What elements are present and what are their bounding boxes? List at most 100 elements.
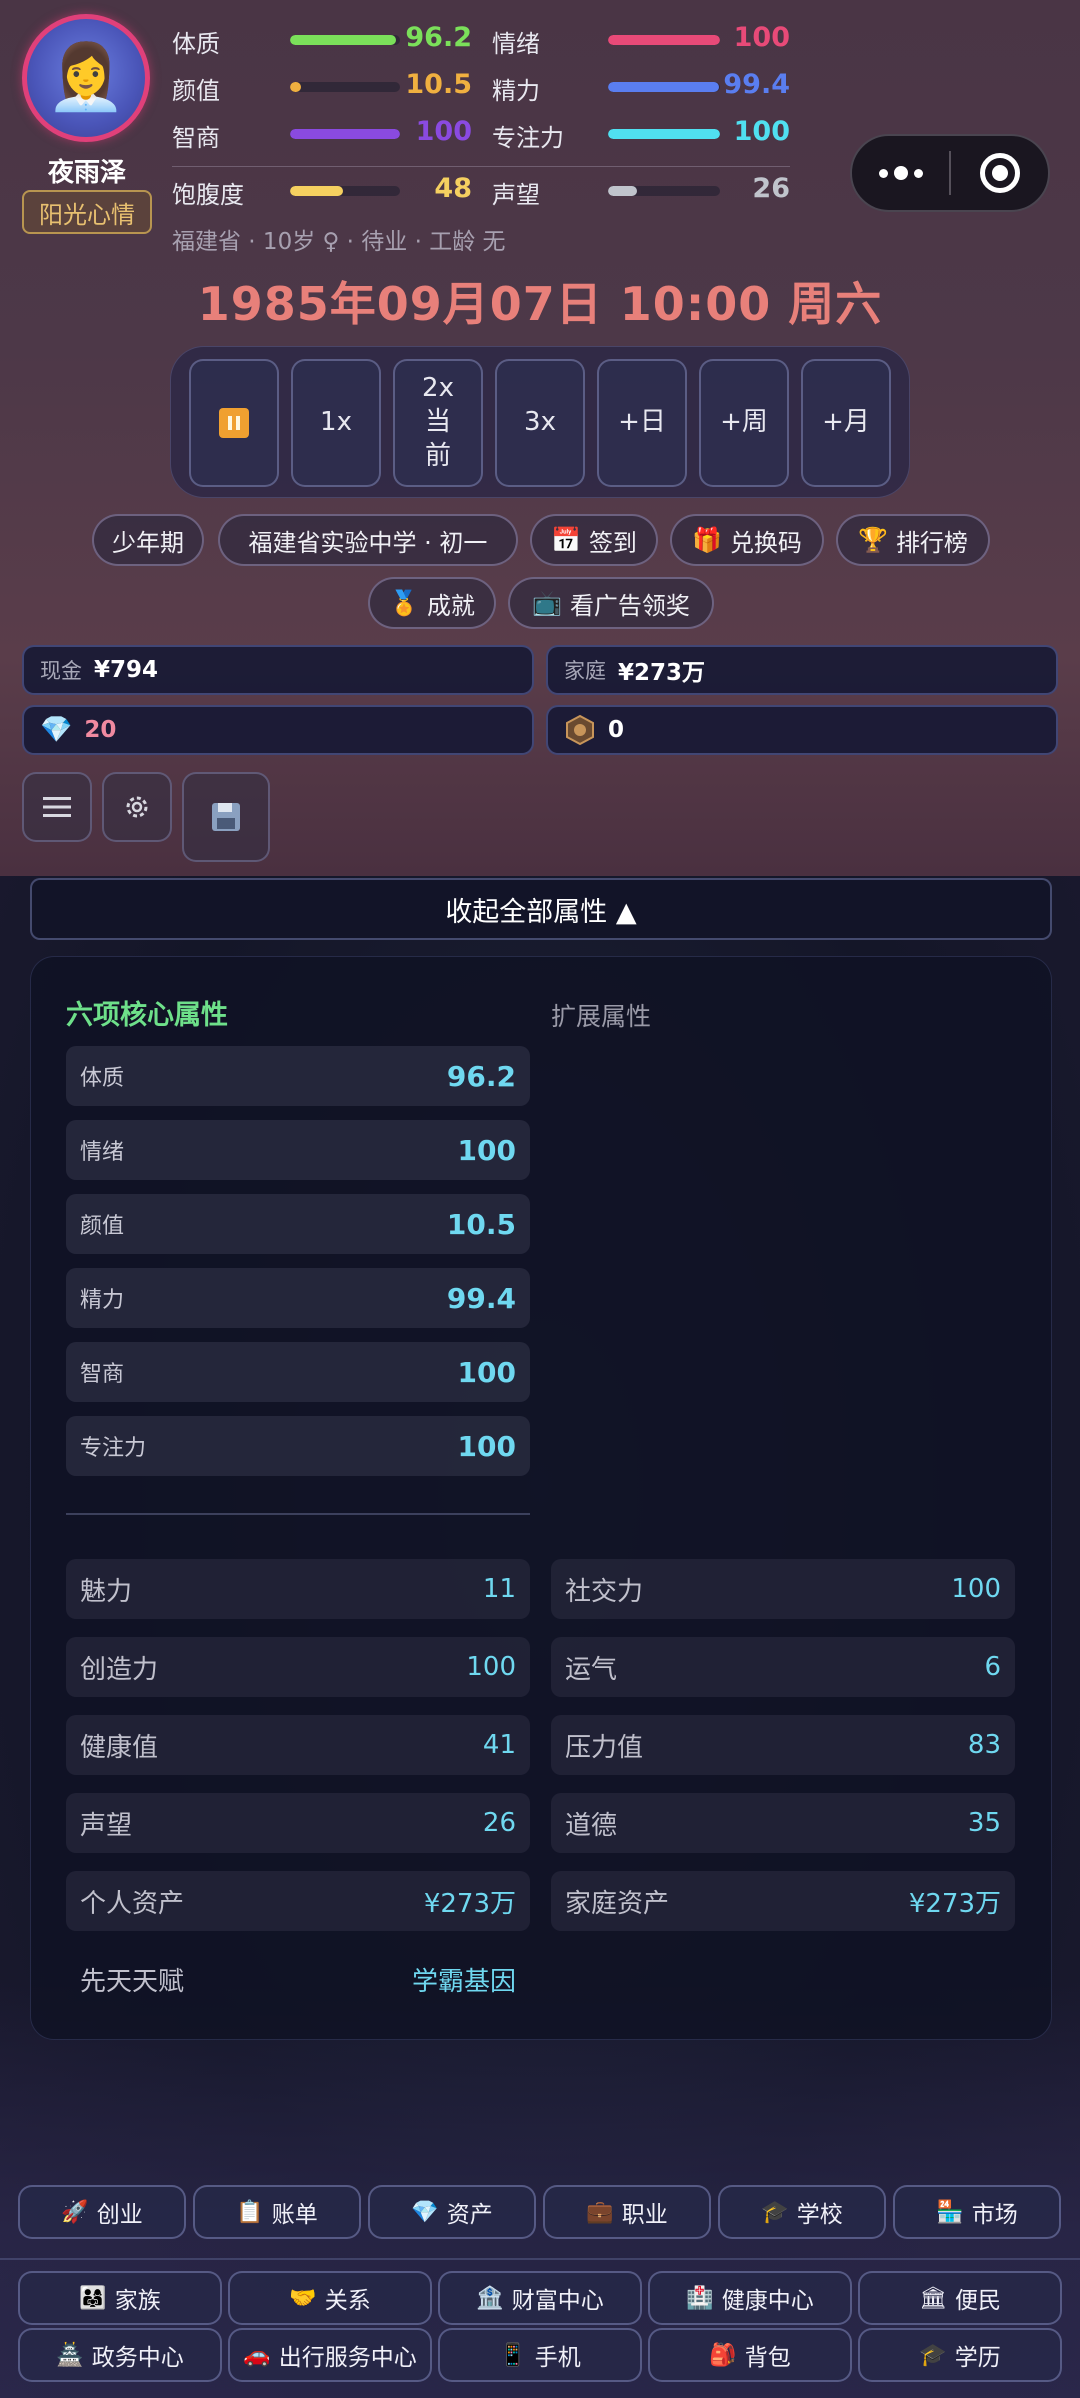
ext-attr-row: 个人资产 ¥273万 bbox=[66, 1871, 530, 1931]
nav-button[interactable]: 🎒 背包 bbox=[648, 2328, 852, 2382]
nav-label: 学历 bbox=[954, 2345, 1001, 2371]
save-button[interactable] bbox=[182, 772, 270, 862]
attr-value: 100 bbox=[457, 1355, 516, 1389]
medal-icon: 🏅 bbox=[389, 589, 419, 617]
attr-label: 声望 bbox=[80, 1810, 133, 1841]
pause-button[interactable] bbox=[189, 359, 279, 487]
nav-label: 账单 bbox=[271, 2202, 318, 2228]
ext-attr-row: 家庭资产 ¥273万 bbox=[551, 1871, 1015, 1931]
player-name: 夜雨泽 bbox=[47, 158, 126, 188]
stat-value: 26 bbox=[752, 173, 790, 204]
stat-bar-fill bbox=[608, 186, 638, 196]
speed-control-panel: 1x 2x 当 前 3x +日 +周 +月 bbox=[170, 346, 910, 498]
attr-value: 11 bbox=[482, 1574, 516, 1604]
trophy-icon: 🏆 bbox=[858, 526, 888, 554]
menu-button[interactable] bbox=[22, 772, 92, 842]
attr-value: 学霸基因 bbox=[411, 1966, 516, 1997]
attr-value: 99.4 bbox=[446, 1281, 516, 1315]
nav-label: 家族 bbox=[114, 2288, 161, 2314]
add-month-button[interactable]: +月 bbox=[801, 359, 891, 487]
stat-value: 48 bbox=[434, 173, 472, 204]
attr-value: 100 bbox=[457, 1133, 516, 1167]
extended-attributes-title: 扩展属性 bbox=[551, 1002, 652, 1031]
nav-label: 关系 bbox=[324, 2288, 371, 2314]
nav-button[interactable]: 🏪 市场 bbox=[893, 2185, 1061, 2239]
nav-label: 财富中心 bbox=[511, 2288, 604, 2314]
speed-3x-button[interactable]: 3x bbox=[495, 359, 585, 487]
nav-button[interactable]: 🏛 便民 bbox=[858, 2271, 1062, 2325]
core-attr-row: 体质 96.2 bbox=[66, 1046, 530, 1106]
attr-value: 41 bbox=[482, 1730, 516, 1760]
core-attr-row: 专注力 100 bbox=[66, 1416, 530, 1476]
tv-icon: 📺 bbox=[532, 589, 562, 617]
diamond-value: 20 bbox=[84, 717, 117, 743]
attr-label: 颜值 bbox=[80, 1214, 125, 1239]
nav-button[interactable]: 💼 职业 bbox=[543, 2185, 711, 2239]
stat-label: 专注力 bbox=[492, 124, 564, 152]
school-chip[interactable]: 福建省实验中学 · 初一 bbox=[218, 514, 518, 566]
core-attributes-title: 六项核心属性 bbox=[66, 1000, 228, 1031]
attr-value: 100 bbox=[466, 1652, 516, 1682]
nav-icon: 🚗 bbox=[243, 2342, 271, 2368]
attr-value: 10.5 bbox=[446, 1207, 516, 1241]
core-attr-row: 颜值 10.5 bbox=[66, 1194, 530, 1254]
attr-value: 96.2 bbox=[446, 1059, 516, 1093]
nav-button[interactable]: 📋 账单 bbox=[193, 2185, 361, 2239]
add-day-button[interactable]: +日 bbox=[597, 359, 687, 487]
attr-value: 100 bbox=[457, 1429, 516, 1463]
chip-label: 签到 bbox=[588, 528, 637, 557]
chip-label: 看广告领奖 bbox=[569, 591, 690, 620]
achievements-chip[interactable]: 🏅 成就 bbox=[368, 577, 496, 629]
speed-1x-button[interactable]: 1x bbox=[291, 359, 381, 487]
chip-label: 成就 bbox=[426, 591, 475, 620]
nav-icon: 🏪 bbox=[936, 2199, 964, 2225]
sign-in-chip[interactable]: 📅 签到 bbox=[530, 514, 658, 566]
close-miniprogram-icon[interactable] bbox=[951, 153, 1048, 193]
collapse-attributes-button[interactable]: 收起全部属性 ▲ bbox=[30, 878, 1052, 940]
nav-label: 手机 bbox=[534, 2345, 581, 2371]
add-week-button[interactable]: +周 bbox=[699, 359, 789, 487]
nav-icon: 🎒 bbox=[709, 2342, 737, 2368]
nav-icon: 🏦 bbox=[476, 2285, 504, 2311]
redeem-code-chip[interactable]: 🎁 兑换码 bbox=[670, 514, 824, 566]
menu-icon bbox=[43, 797, 71, 817]
nav-icon: 🏛 bbox=[919, 2285, 947, 2311]
settings-button[interactable] bbox=[102, 772, 172, 842]
chip-label: 少年期 bbox=[112, 528, 184, 557]
miniprogram-capsule bbox=[850, 134, 1050, 212]
attr-label: 个人资产 bbox=[80, 1888, 185, 1919]
speed-2x-button[interactable]: 2x 当 前 bbox=[393, 359, 483, 487]
nav-button[interactable]: 📱 手机 bbox=[438, 2328, 642, 2382]
nav-label: 学校 bbox=[796, 2202, 843, 2228]
nav-button[interactable]: 🚗 出行服务中心 bbox=[228, 2328, 432, 2382]
more-menu-icon[interactable] bbox=[852, 166, 949, 180]
nav-button[interactable]: 🏯 政务中心 bbox=[18, 2328, 222, 2382]
life-stage-chip[interactable]: 少年期 bbox=[92, 514, 204, 566]
nav-icon: 💎 bbox=[411, 2199, 439, 2225]
nav-label: 背包 bbox=[744, 2345, 791, 2371]
nav-icon: 🏥 bbox=[686, 2285, 714, 2311]
attr-value: ¥273万 bbox=[908, 1888, 1001, 1919]
nav-button[interactable]: 🏦 财富中心 bbox=[438, 2271, 642, 2325]
leaderboard-chip[interactable]: 🏆 排行榜 bbox=[836, 514, 990, 566]
cash-box: 现金 ¥794 bbox=[22, 645, 534, 695]
attr-label: 精力 bbox=[80, 1288, 125, 1313]
nav-button[interactable]: 🤝 关系 bbox=[228, 2271, 432, 2325]
ext-attr-row: 魅力 11 bbox=[66, 1559, 530, 1619]
attr-label: 创造力 bbox=[80, 1654, 159, 1685]
stat-label: 精力 bbox=[492, 77, 540, 105]
core-attr-row: 智商 100 bbox=[66, 1342, 530, 1402]
watch-ad-chip[interactable]: 📺 看广告领奖 bbox=[508, 577, 714, 629]
ext-attr-row: 运气 6 bbox=[551, 1637, 1015, 1697]
nav-button[interactable]: 🎓 学校 bbox=[718, 2185, 886, 2239]
ext-attr-row: 社交力 100 bbox=[551, 1559, 1015, 1619]
token-box: 0 bbox=[546, 705, 1058, 755]
nav-button[interactable]: 💎 资产 bbox=[368, 2185, 536, 2239]
nav-button[interactable]: 🏥 健康中心 bbox=[648, 2271, 852, 2325]
cash-value: ¥794 bbox=[94, 657, 159, 683]
nav-button[interactable]: 🚀 创业 bbox=[18, 2185, 186, 2239]
nav-button[interactable]: 🎓 学历 bbox=[858, 2328, 1062, 2382]
nav-button[interactable]: 👨‍👩‍👧 家族 bbox=[18, 2271, 222, 2325]
avatar[interactable]: 👩‍💼 bbox=[22, 14, 150, 142]
attr-label: 运气 bbox=[565, 1654, 618, 1685]
